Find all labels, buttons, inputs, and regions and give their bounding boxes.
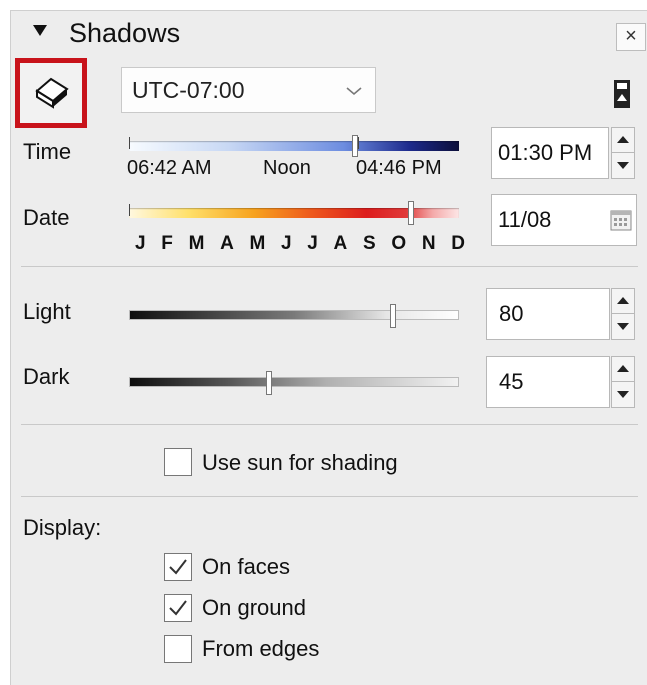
month-label: A xyxy=(333,233,348,254)
date-field[interactable]: 11/08 xyxy=(491,194,637,246)
on-faces-label[interactable]: On faces xyxy=(202,554,290,580)
dark-slider-thumb[interactable] xyxy=(266,371,272,395)
on-ground-label[interactable]: On ground xyxy=(202,595,306,621)
shadows-panel: Shadows × UTC-07:00 Time 06:42 AM Noon 0… xyxy=(10,10,647,685)
light-spinner[interactable] xyxy=(611,288,635,340)
time-slider-thumb[interactable] xyxy=(352,135,358,157)
timezone-value: UTC-07:00 xyxy=(132,77,245,103)
use-sun-label[interactable]: Use sun for shading xyxy=(202,450,398,476)
light-value: 80 xyxy=(499,301,524,326)
light-slider-thumb[interactable] xyxy=(390,304,396,328)
date-start-tick xyxy=(129,204,130,216)
divider xyxy=(21,424,638,425)
time-value: 01:30 PM xyxy=(498,140,593,165)
light-increment-button[interactable] xyxy=(612,289,634,314)
month-label: F xyxy=(161,233,173,254)
month-label: J xyxy=(307,233,318,254)
month-labels: J F M A M J J A S O N D xyxy=(135,233,465,255)
from-edges-checkbox[interactable] xyxy=(164,635,192,663)
dark-label: Dark xyxy=(23,364,70,389)
month-label: A xyxy=(220,233,234,254)
month-label: J xyxy=(281,233,292,254)
time-increment-button[interactable] xyxy=(612,128,634,153)
dark-slider-track[interactable] xyxy=(129,377,459,387)
month-label: D xyxy=(451,233,465,254)
date-label: Date xyxy=(23,205,70,230)
display-label: Display: xyxy=(23,515,102,540)
sunset-time: 04:46 PM xyxy=(356,157,442,179)
checkmark-icon xyxy=(169,559,187,575)
close-button[interactable]: × xyxy=(616,23,646,51)
time-slider-track[interactable] xyxy=(129,137,459,151)
collapse-triangle-icon[interactable] xyxy=(33,25,47,36)
panel-title: Shadows xyxy=(69,18,181,48)
month-label: M xyxy=(188,233,205,254)
dark-spinner[interactable] xyxy=(611,356,635,408)
panel-title-bar[interactable]: Shadows × xyxy=(11,11,647,55)
light-label: Light xyxy=(23,299,71,324)
shadow-box-icon xyxy=(35,77,69,109)
sunrise-time: 06:42 AM xyxy=(127,157,212,179)
date-slider-thumb[interactable] xyxy=(408,201,414,225)
time-field[interactable]: 01:30 PM xyxy=(491,127,609,179)
divider xyxy=(21,496,638,497)
calendar-icon[interactable] xyxy=(610,209,632,231)
on-faces-checkbox[interactable] xyxy=(164,553,192,581)
noon-label: Noon xyxy=(263,157,311,179)
month-label: N xyxy=(421,233,436,254)
dark-increment-button[interactable] xyxy=(612,357,634,382)
show-shadows-toggle-button[interactable] xyxy=(15,58,87,128)
light-slider-track[interactable] xyxy=(129,310,459,320)
from-edges-label[interactable]: From edges xyxy=(202,636,319,662)
dark-value: 45 xyxy=(499,369,524,394)
time-spinner[interactable] xyxy=(611,127,635,179)
month-label: M xyxy=(249,233,266,254)
dark-field[interactable]: 45 xyxy=(486,356,610,408)
sunset-tick xyxy=(358,137,359,149)
timezone-dropdown[interactable]: UTC-07:00 xyxy=(121,67,376,113)
dark-decrement-button[interactable] xyxy=(612,382,634,407)
divider xyxy=(21,266,638,267)
sunrise-tick xyxy=(129,137,130,149)
on-ground-checkbox[interactable] xyxy=(164,594,192,622)
light-field[interactable]: 80 xyxy=(486,288,610,340)
date-value: 11/08 xyxy=(498,207,552,232)
light-decrement-button[interactable] xyxy=(612,314,634,339)
month-label: J xyxy=(135,233,146,254)
time-label: Time xyxy=(23,139,72,164)
month-label: O xyxy=(391,233,407,254)
panel-settings-icon[interactable] xyxy=(613,79,631,109)
checkmark-icon xyxy=(169,600,187,616)
month-label: S xyxy=(362,233,376,254)
chevron-down-icon xyxy=(346,87,362,96)
time-decrement-button[interactable] xyxy=(612,153,634,178)
use-sun-checkbox[interactable] xyxy=(164,448,192,476)
